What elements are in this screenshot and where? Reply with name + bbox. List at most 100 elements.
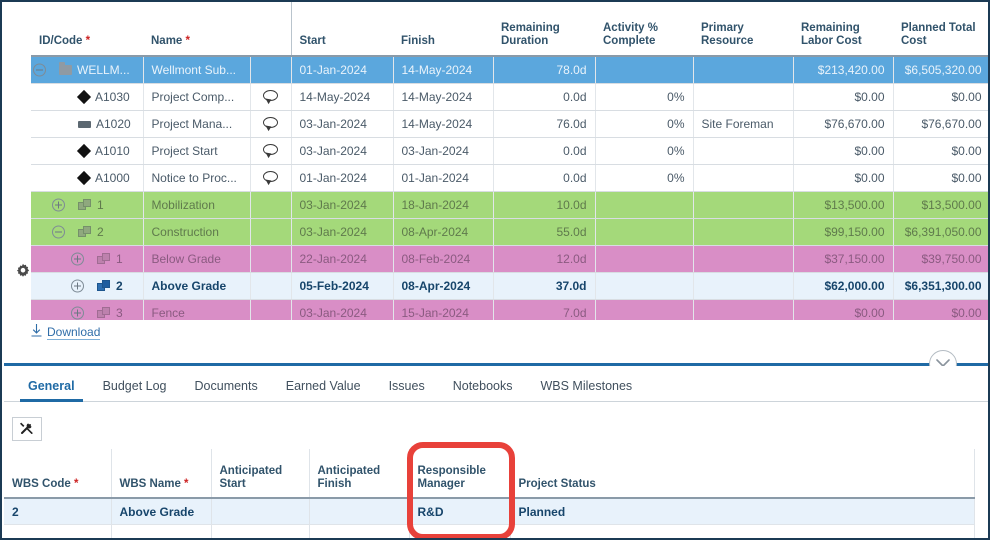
cell-remaining-labor-cost[interactable]: $13,500.00	[793, 191, 894, 219]
cell-remaining-duration[interactable]: 37.0d	[493, 272, 596, 300]
cell-start[interactable]: 03-Jan-2024	[291, 299, 394, 320]
download-button[interactable]: Download	[31, 324, 101, 340]
cell-start[interactable]: 03-Jan-2024	[291, 110, 394, 138]
tab-wbs-milestones[interactable]: WBS Milestones	[526, 379, 646, 401]
row-expander-plus-icon[interactable]	[52, 198, 65, 212]
cell-remaining-duration[interactable]: 0.0d	[493, 137, 596, 165]
cell-activity-pct-complete[interactable]: 0%	[595, 137, 694, 165]
cell-finish[interactable]: 14-May-2024	[393, 83, 494, 111]
cell-remaining-duration[interactable]: 78.0d	[493, 56, 596, 84]
column-header-planned-total-cost[interactable]: Planned Total Cost	[893, 2, 988, 57]
cell-planned-total-cost[interactable]: $0.00	[893, 164, 988, 192]
cell-activity-pct-complete[interactable]	[595, 245, 694, 273]
table-row[interactable]: A1030 Project Comp... 14-May-2024 14-May-20…	[31, 83, 988, 111]
cell-primary-resource[interactable]	[693, 56, 794, 84]
cell-primary-resource[interactable]: Site Foreman	[693, 110, 794, 138]
cell-activity-pct-complete[interactable]: 0%	[595, 164, 694, 192]
note-bubble-icon[interactable]	[263, 171, 278, 182]
cell-primary-resource[interactable]	[693, 299, 794, 320]
cell-start[interactable]: 05-Feb-2024	[291, 272, 394, 300]
cell-primary-resource[interactable]	[693, 164, 794, 192]
cell-activity-pct-complete[interactable]	[595, 272, 694, 300]
column-header-activity-pct-complete[interactable]: Activity % Complete	[595, 2, 693, 57]
cell-name[interactable]: Wellmont Sub...	[143, 56, 251, 84]
cell-finish[interactable]: 08-Apr-2024	[393, 218, 494, 246]
cell-remaining-duration[interactable]: 0.0d	[493, 164, 596, 192]
detail-cell-anticipated-start[interactable]	[211, 498, 310, 525]
cell-remaining-duration[interactable]: 0.0d	[493, 83, 596, 111]
detail-cell-wbs-code[interactable]	[4, 524, 112, 538]
column-header-remaining-labor-cost[interactable]: Remaining Labor Cost	[793, 2, 893, 57]
cell-finish[interactable]: 14-May-2024	[393, 110, 494, 138]
cell-primary-resource[interactable]	[693, 245, 794, 273]
note-bubble-icon[interactable]	[263, 90, 278, 101]
cell-remaining-labor-cost[interactable]: $213,420.00	[793, 56, 894, 84]
table-row[interactable]: A1000 Notice to Proc... 01-Jan-2024 01-Jan-…	[31, 164, 988, 192]
table-row[interactable]: A1010 Project Start 03-Jan-2024 03-Jan-2024…	[31, 137, 988, 165]
cell-notes[interactable]	[250, 191, 292, 219]
cell-finish[interactable]: 15-Jan-2024	[393, 299, 494, 320]
cell-name[interactable]: Mobilization	[143, 191, 251, 219]
cell-notes[interactable]	[250, 56, 292, 84]
cell-planned-total-cost[interactable]: $39,750.00	[893, 245, 988, 273]
cell-remaining-labor-cost[interactable]: $37,150.00	[793, 245, 894, 273]
cell-remaining-labor-cost[interactable]: $99,150.00	[793, 218, 894, 246]
detail-column-header-anticipated-start[interactable]: Anticipated Start	[211, 449, 310, 499]
cell-planned-total-cost[interactable]: $0.00	[893, 83, 988, 111]
tab-earned-value[interactable]: Earned Value	[272, 379, 375, 401]
cell-name[interactable]: Project Mana...	[143, 110, 251, 138]
detail-cell-responsible-manager[interactable]	[409, 524, 511, 538]
cell-finish[interactable]: 08-Apr-2024	[393, 272, 494, 300]
cell-name[interactable]: Project Comp...	[143, 83, 251, 111]
cell-id-code[interactable]: 1	[31, 191, 144, 219]
cell-planned-total-cost[interactable]: $6,391,050.00	[893, 218, 988, 246]
detail-cell-anticipated-finish[interactable]	[309, 524, 410, 538]
cell-start[interactable]: 01-Jan-2024	[291, 164, 394, 192]
tab-general[interactable]: General	[14, 379, 89, 402]
detail-cell-project-status[interactable]: Planned	[510, 498, 975, 525]
cell-id-code[interactable]: 2	[31, 272, 144, 300]
cell-primary-resource[interactable]	[693, 218, 794, 246]
cell-notes[interactable]	[250, 137, 292, 165]
cell-primary-resource[interactable]	[693, 272, 794, 300]
cell-id-code[interactable]: A1030	[31, 83, 144, 111]
row-expander-minus-icon[interactable]	[33, 63, 46, 77]
table-row[interactable]: A1020 Project Mana... 03-Jan-2024 14-May-20…	[31, 110, 988, 138]
cell-start[interactable]: 22-Jan-2024	[291, 245, 394, 273]
cell-remaining-labor-cost[interactable]: $76,670.00	[793, 110, 894, 138]
cell-finish[interactable]: 01-Jan-2024	[393, 164, 494, 192]
cell-name[interactable]: Notice to Proc...	[143, 164, 251, 192]
cell-notes[interactable]	[250, 164, 292, 192]
cell-finish[interactable]: 14-May-2024	[393, 56, 494, 84]
cell-activity-pct-complete[interactable]	[595, 299, 694, 320]
column-header-remaining-duration[interactable]: Remaining Duration	[493, 2, 595, 57]
cell-finish[interactable]: 08-Feb-2024	[393, 245, 494, 273]
table-row[interactable]: WELLM... Wellmont Sub... 01-Jan-2024 14-May…	[31, 56, 988, 84]
cell-planned-total-cost[interactable]: $76,670.00	[893, 110, 988, 138]
note-bubble-icon[interactable]	[263, 144, 278, 155]
tab-notebooks[interactable]: Notebooks	[439, 379, 527, 401]
table-row[interactable]: 1 Mobilization 03-Jan-2024 18-Jan-2024 10.0d…	[31, 191, 988, 219]
cell-start[interactable]: 14-May-2024	[291, 83, 394, 111]
column-header-finish[interactable]: Finish	[393, 2, 493, 57]
detail-cell-responsible-manager[interactable]: R&D	[409, 498, 511, 525]
cell-name[interactable]: Below Grade	[143, 245, 251, 273]
column-header-notes[interactable]	[250, 2, 291, 57]
cell-id-code[interactable]: A1010	[31, 137, 144, 165]
detail-cell-project-status[interactable]	[510, 524, 975, 538]
activity-grid-scroll[interactable]: ID/Code * Name * Start Finish Remaining …	[31, 2, 988, 320]
cell-planned-total-cost[interactable]: $6,505,320.00	[893, 56, 988, 84]
cell-remaining-labor-cost[interactable]: $0.00	[793, 299, 894, 320]
column-header-start[interactable]: Start	[290, 2, 393, 57]
row-expander-plus-icon[interactable]	[71, 306, 84, 320]
detail-column-header-anticipated-finish[interactable]: Anticipated Finish	[309, 449, 410, 499]
cell-id-code[interactable]: 1	[31, 245, 144, 273]
cell-primary-resource[interactable]	[693, 191, 794, 219]
detail-cell-anticipated-finish[interactable]	[309, 498, 410, 525]
cell-remaining-labor-cost[interactable]: $62,000.00	[793, 272, 894, 300]
tab-issues[interactable]: Issues	[375, 379, 439, 401]
cell-activity-pct-complete[interactable]	[595, 191, 694, 219]
cell-notes[interactable]	[250, 245, 292, 273]
detail-table-row[interactable]: 2 Above Grade R&D Planned	[4, 498, 975, 525]
cell-id-code[interactable]: A1020	[31, 110, 144, 138]
